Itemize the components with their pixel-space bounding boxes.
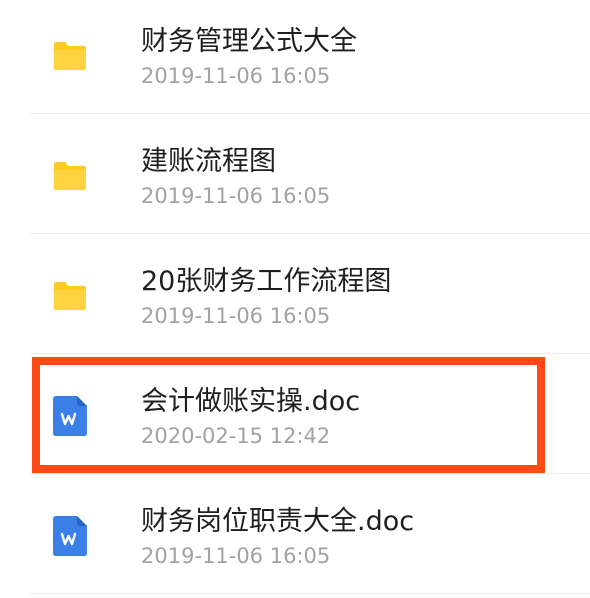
word-doc-icon	[53, 516, 87, 556]
file-row-finance-formulas[interactable]: 财务管理公式大全 2019-11-06 16:05	[0, 0, 590, 114]
folder-icon	[52, 280, 88, 312]
folder-icon	[52, 160, 88, 192]
file-row-workflow-charts[interactable]: 20张财务工作流程图 2019-11-06 16:05	[0, 234, 590, 354]
file-date: 2019-11-06 16:05	[141, 184, 331, 208]
file-name: 建账流程图	[141, 146, 276, 177]
file-name: 财务岗位职责大全.doc	[141, 506, 415, 537]
file-date: 2019-11-06 16:05	[141, 304, 331, 328]
file-date: 2020-02-15 12:42	[141, 424, 331, 448]
file-date: 2019-11-06 16:05	[141, 64, 331, 88]
file-date: 2019-11-06 16:05	[141, 544, 331, 568]
file-row-job-duties-doc[interactable]: 财务岗位职责大全.doc 2019-11-06 16:05	[0, 474, 590, 594]
folder-icon	[52, 40, 88, 72]
file-row-accounting-practice-doc[interactable]: 会计做账实操.doc 2020-02-15 12:42	[0, 354, 590, 474]
file-list: 财务管理公式大全 2019-11-06 16:05 建账流程图 2019-11-…	[0, 0, 590, 598]
file-name: 20张财务工作流程图	[141, 266, 392, 297]
word-doc-icon	[53, 396, 87, 436]
file-name: 会计做账实操.doc	[141, 386, 361, 417]
file-name: 财务管理公式大全	[141, 26, 357, 57]
file-row-account-setup[interactable]: 建账流程图 2019-11-06 16:05	[0, 114, 590, 234]
row-divider	[30, 593, 590, 594]
